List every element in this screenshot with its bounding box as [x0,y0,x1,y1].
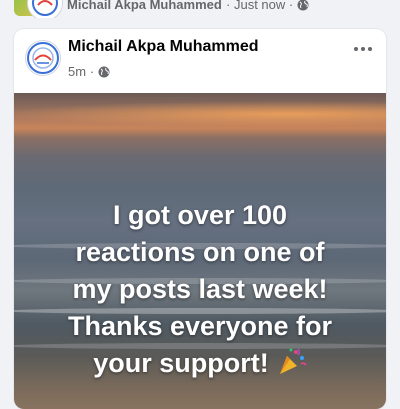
separator: · [89,64,95,79]
post-author-avatar[interactable] [26,41,60,75]
globe-icon [297,0,309,11]
post-text: I got over 100 reactions on one of my po… [14,197,386,382]
more-options-dot [368,47,372,51]
user-avatar [28,0,62,18]
post-timestamp[interactable]: 5m [68,64,86,79]
separator: · [226,0,231,12]
post-meta: 5m · [68,64,110,79]
avatar-logo-icon [27,42,59,74]
more-options-icon [354,47,358,51]
post-background-image[interactable]: I got over 100 reactions on one of my po… [14,93,386,409]
separator: · [288,0,294,12]
shared-author-name[interactable]: Michail Akpa Muhammed [67,0,222,12]
post-text-line: my posts last week! [72,274,328,304]
post-author-name[interactable]: Michail Akpa Muhammed [68,38,259,56]
party-popper-icon [279,348,307,374]
post-text-line: your support! [93,348,269,378]
shared-avatar-stack[interactable] [14,0,62,18]
shared-timestamp[interactable]: Just now [234,0,285,12]
more-options-button[interactable] [350,39,376,59]
post-text-line: reactions on one of [75,237,325,267]
sunset-glow [14,101,386,127]
shared-post-meta: · Just now · [226,0,309,12]
post-text-line: I got over 100 [112,200,288,230]
more-options-dot [361,47,365,51]
avatar-logo-icon [32,0,58,16]
post-card: Michail Akpa Muhammed 5m · I got over 10… [14,29,386,409]
post-text-last-line: your support! [14,345,386,382]
post-text-line: Thanks everyone for [67,311,333,341]
shared-post-header: Michail Akpa Muhammed · Just now · [0,0,400,18]
globe-icon[interactable] [98,66,110,78]
